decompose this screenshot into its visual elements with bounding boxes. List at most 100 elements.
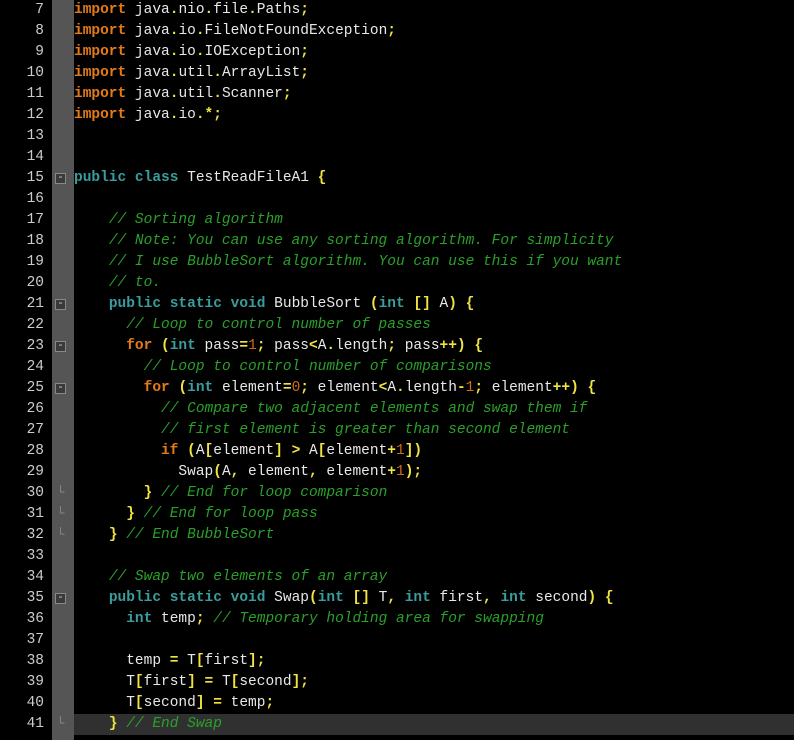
fold-open-icon[interactable]: - [55, 299, 66, 310]
token-op-yellow: ++ [553, 380, 570, 396]
token-txt: java [126, 23, 170, 39]
token-cm-green: // Loop to control number of passes [126, 317, 431, 333]
code-line[interactable] [74, 126, 794, 147]
token-op-yellow: , [483, 590, 492, 606]
token-txt [74, 527, 109, 543]
code-line[interactable]: } // End Swap [74, 714, 794, 735]
code-line[interactable]: import java.nio.file.Paths; [74, 0, 794, 21]
token-txt [205, 695, 214, 711]
fold-open-icon[interactable]: - [55, 173, 66, 184]
code-line[interactable]: // Loop to control number of passes [74, 315, 794, 336]
token-txt: T [74, 674, 135, 690]
code-line[interactable]: // Sorting algorithm [74, 210, 794, 231]
code-line[interactable]: } // End for loop comparison [74, 483, 794, 504]
token-txt: A [387, 380, 396, 396]
token-txt: length [405, 380, 457, 396]
code-line[interactable]: public static void Swap(int [] T, int fi… [74, 588, 794, 609]
line-number: 32 [0, 525, 52, 546]
token-op-yellow: [] [413, 296, 430, 312]
code-line[interactable] [74, 147, 794, 168]
code-line[interactable]: T[first] = T[second]; [74, 672, 794, 693]
code-line[interactable]: if (A[element] > A[element+1]) [74, 441, 794, 462]
fold-open-icon[interactable]: - [55, 593, 66, 604]
line-number: 14 [0, 147, 52, 168]
code-line[interactable]: int temp; // Temporary holding area for … [74, 609, 794, 630]
fold-open-icon[interactable]: - [55, 341, 66, 352]
code-line[interactable]: // first element is greater than second … [74, 420, 794, 441]
token-op-yellow: . [213, 65, 222, 81]
token-cm-green: // Temporary holding area for swapping [213, 611, 544, 627]
line-number: 37 [0, 630, 52, 651]
code-line[interactable]: import java.util.Scanner; [74, 84, 794, 105]
token-txt [596, 590, 605, 606]
token-txt: first [144, 674, 188, 690]
token-txt: temp [222, 695, 266, 711]
token-txt: element [318, 464, 388, 480]
token-op-yellow: ; [387, 338, 396, 354]
token-kw-orange: import [74, 44, 126, 60]
code-line[interactable]: } // End BubbleSort [74, 525, 794, 546]
token-op-yellow: . [196, 44, 205, 60]
token-txt: element [483, 380, 553, 396]
code-line[interactable]: // Compare two adjacent elements and swa… [74, 399, 794, 420]
code-line[interactable] [74, 630, 794, 651]
token-txt: second [239, 674, 291, 690]
token-op-yellow: . [196, 23, 205, 39]
token-op-yellow: . [205, 2, 214, 18]
token-txt [118, 527, 127, 543]
fold-column[interactable]: ----└└└-└ [52, 0, 74, 740]
token-op-yellow: { [466, 296, 475, 312]
token-op-yellow: ; [300, 44, 309, 60]
token-op-yellow: ++ [440, 338, 457, 354]
code-line[interactable]: temp = T[first]; [74, 651, 794, 672]
line-number: 38 [0, 651, 52, 672]
code-line[interactable]: } // End for loop pass [74, 504, 794, 525]
fold-open-icon[interactable]: - [55, 383, 66, 394]
token-txt: java [126, 65, 170, 81]
token-kw-teal: int [170, 338, 196, 354]
token-cm-green: // End for loop pass [144, 506, 318, 522]
code-editor[interactable]: import java.nio.file.Paths;import java.i… [74, 0, 794, 740]
token-txt [74, 359, 144, 375]
line-number: 36 [0, 609, 52, 630]
code-line[interactable]: import java.io.FileNotFoundException; [74, 21, 794, 42]
token-cm-green: // Loop to control number of comparisons [144, 359, 492, 375]
code-line[interactable]: // I use BubbleSort algorithm. You can u… [74, 252, 794, 273]
code-line[interactable]: // Loop to control number of comparisons [74, 357, 794, 378]
code-line[interactable]: public class TestReadFileA1 { [74, 168, 794, 189]
token-txt: java [126, 44, 170, 60]
token-txt [74, 212, 109, 228]
token-op-yellow: , [309, 464, 318, 480]
code-line[interactable]: import java.util.ArrayList; [74, 63, 794, 84]
code-line[interactable]: Swap(A, element, element+1); [74, 462, 794, 483]
token-txt [222, 590, 231, 606]
line-number: 13 [0, 126, 52, 147]
code-line[interactable]: // to. [74, 273, 794, 294]
token-txt: io [178, 23, 195, 39]
token-txt [118, 716, 127, 732]
line-number: 29 [0, 462, 52, 483]
token-op-yellow: ; [300, 674, 309, 690]
code-line[interactable]: // Note: You can use any sorting algorit… [74, 231, 794, 252]
code-line[interactable] [74, 546, 794, 567]
token-op-yellow: . [213, 86, 222, 102]
code-line[interactable]: T[second] = temp; [74, 693, 794, 714]
code-line[interactable] [74, 189, 794, 210]
code-line[interactable]: public static void BubbleSort (int [] A)… [74, 294, 794, 315]
token-txt: pass [196, 338, 240, 354]
code-line[interactable]: for (int pass=1; pass<A.length; pass++) … [74, 336, 794, 357]
line-number: 15 [0, 168, 52, 189]
code-line[interactable]: // Swap two elements of an array [74, 567, 794, 588]
token-kw-teal: int [379, 296, 405, 312]
token-kw-teal: void [231, 590, 266, 606]
token-txt [152, 485, 161, 501]
token-op-yellow: = [205, 674, 214, 690]
code-line[interactable]: import java.io.IOException; [74, 42, 794, 63]
code-line[interactable]: import java.io.*; [74, 105, 794, 126]
token-num-orange: 0 [292, 380, 301, 396]
token-op-yellow: } [109, 527, 118, 543]
token-txt: A [196, 443, 205, 459]
token-op-yellow: . [196, 107, 205, 123]
code-line[interactable]: for (int element=0; element<A.length-1; … [74, 378, 794, 399]
token-op-yellow: ( [213, 464, 222, 480]
